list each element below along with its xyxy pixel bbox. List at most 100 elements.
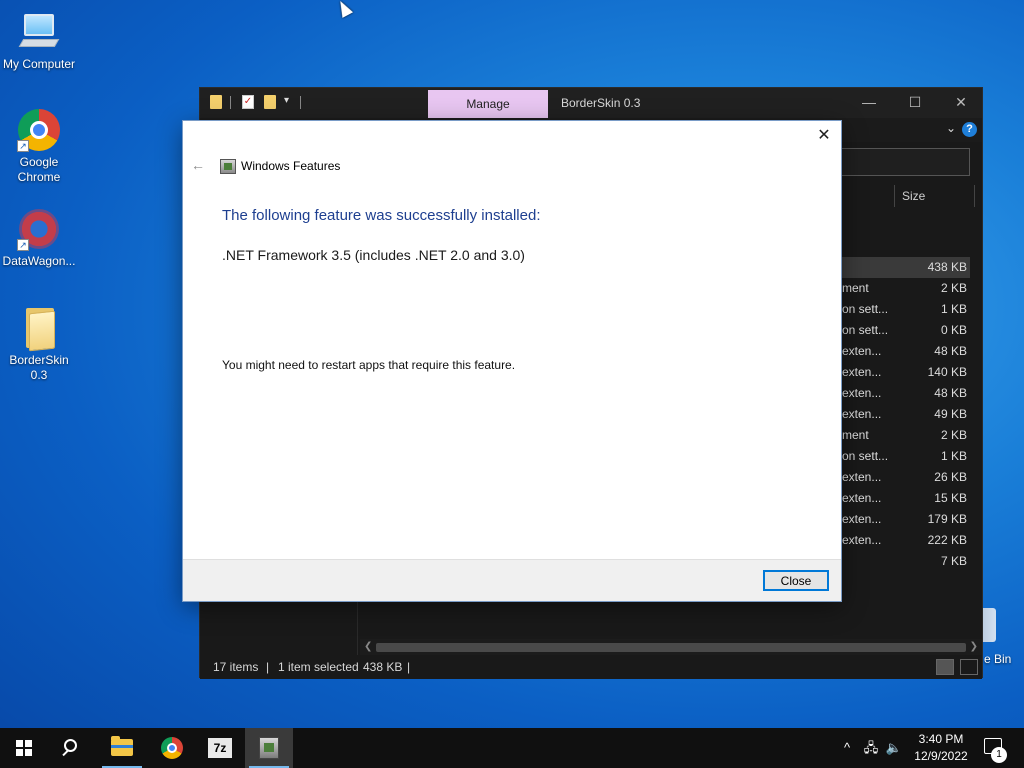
windows-features-dialog: ✕ ← Windows Features The following featu… (183, 121, 841, 601)
file-type: exten... (842, 470, 882, 484)
file-type: exten... (842, 491, 882, 505)
file-row[interactable]: on sett... 0 KB (840, 320, 970, 341)
details-view-button[interactable] (936, 659, 954, 675)
desktop-icon-my-computer[interactable]: My Computer (0, 10, 78, 72)
file-type: on sett... (842, 323, 889, 337)
recycle-bin-icon[interactable] (982, 608, 996, 642)
file-row[interactable]: exten... 48 KB (840, 383, 970, 404)
file-row[interactable]: ment 2 KB (840, 425, 970, 446)
network-icon[interactable]: 🖧 (860, 728, 882, 768)
divider (230, 96, 231, 109)
recycle-bin-label[interactable]: e Bin (984, 652, 1011, 666)
file-row[interactable]: on sett... 1 KB (840, 299, 970, 320)
new-folder-icon[interactable] (264, 95, 276, 109)
close-button[interactable]: Close (763, 570, 829, 591)
show-hidden-icons-button[interactable]: ^ (838, 728, 856, 768)
large-icons-view-button[interactable] (960, 659, 978, 675)
file-row[interactable]: exten... 222 KB (840, 530, 970, 551)
file-row[interactable]: exten... 49 KB (840, 404, 970, 425)
properties-icon[interactable]: ✓ (242, 95, 254, 109)
item-count: 17 items (213, 660, 259, 674)
file-size: 48 KB (934, 344, 967, 358)
7zip-icon: 7z (208, 738, 232, 758)
desktop-icon-google-chrome[interactable]: ↗ Google Chrome (0, 108, 78, 185)
file-size: 179 KB (927, 512, 967, 526)
file-type: ment (842, 281, 869, 295)
window-title: BorderSkin 0.3 (561, 96, 641, 110)
selection-size: 438 KB (363, 660, 403, 674)
file-row[interactable]: ment 2 KB (840, 278, 970, 299)
file-row[interactable]: exten... 15 KB (840, 488, 970, 509)
file-type: exten... (842, 512, 882, 526)
column-divider[interactable] (894, 185, 895, 207)
horizontal-scrollbar[interactable]: ❮ ❯ (360, 639, 982, 655)
taskbar-app-windows-features[interactable] (245, 728, 293, 768)
back-arrow-icon[interactable]: ← (191, 157, 205, 173)
tab-manage[interactable]: Manage (428, 90, 548, 118)
shortcut-arrow-icon: ↗ (17, 239, 29, 251)
start-button[interactable] (0, 728, 48, 768)
minimize-button[interactable]: — (846, 88, 892, 118)
file-row[interactable]: exten... 179 KB (840, 509, 970, 530)
file-row[interactable]: exten... 48 KB (840, 341, 970, 362)
success-heading: The following feature was successfully i… (222, 207, 541, 224)
close-window-button[interactable]: ✕ (938, 88, 984, 118)
file-size: 26 KB (934, 470, 967, 484)
file-row[interactable]: 7 KB (840, 551, 970, 572)
desktop-icon-label: Google Chrome (17, 155, 61, 184)
desktop-icon-datawagon[interactable]: ↗ DataWagon... (0, 207, 78, 269)
maximize-button[interactable]: ☐ (892, 88, 938, 118)
system-clock[interactable]: 3:40 PM 12/9/2022 (904, 731, 978, 765)
explorer-titlebar: ✓ ▾ Manage BorderSkin 0.3 — ☐ ✕ (200, 88, 982, 118)
windows-features-icon (220, 159, 236, 174)
customize-toolbar-icon[interactable]: ▾ (284, 95, 289, 106)
chevron-down-icon[interactable]: ⌄ (946, 121, 956, 135)
file-size: 438 KB (927, 260, 967, 274)
shortcut-arrow-icon: ↗ (17, 140, 29, 152)
chrome-icon (161, 737, 183, 759)
desktop-icon-label: DataWagon... (2, 254, 76, 268)
file-row[interactable]: exten... 26 KB (840, 467, 970, 488)
desktop-icon-borderskin[interactable]: BorderSkin 0.3 (0, 306, 78, 383)
file-type: exten... (842, 386, 882, 400)
column-divider[interactable] (974, 185, 975, 207)
divider (300, 96, 301, 109)
volume-icon[interactable]: 🔈 (884, 728, 904, 768)
chrome-icon: ↗ (17, 108, 61, 152)
file-type: exten... (842, 533, 882, 547)
file-type: ment (842, 428, 869, 442)
file-type: exten... (842, 344, 882, 358)
file-row[interactable]: 438 KB (840, 257, 970, 278)
computer-icon (17, 10, 61, 54)
file-size: 0 KB (940, 323, 967, 337)
restart-note: You might need to restart apps that requ… (222, 358, 516, 372)
file-type: on sett... (842, 449, 889, 463)
chevron-right-icon[interactable]: ❯ (970, 639, 978, 655)
file-row[interactable]: exten... 140 KB (840, 362, 970, 383)
scrollbar-thumb[interactable] (376, 643, 966, 652)
taskbar: 7z ^ 🖧 🔈 3:40 PM 12/9/2022 1 (0, 728, 1024, 768)
search-button[interactable] (48, 728, 96, 768)
search-input[interactable] (830, 148, 970, 176)
column-header-size[interactable]: Size (902, 189, 925, 203)
file-row[interactable]: on sett... 1 KB (840, 446, 970, 467)
dialog-title: Windows Features (241, 159, 341, 173)
windows-logo-icon (16, 740, 32, 756)
file-size: 48 KB (934, 386, 967, 400)
installed-feature-name: .NET Framework 3.5 (includes .NET 2.0 an… (222, 247, 525, 263)
close-icon[interactable]: ✕ (813, 125, 835, 147)
taskbar-app-google-chrome[interactable] (148, 728, 196, 768)
chevron-left-icon[interactable]: ❮ (364, 639, 372, 655)
help-icon[interactable]: ? (962, 122, 977, 137)
mouse-cursor-icon (334, 0, 354, 18)
file-size: 15 KB (934, 491, 967, 505)
taskbar-app-file-explorer[interactable] (98, 728, 146, 768)
file-size: 140 KB (927, 365, 967, 379)
taskbar-app-7-zip[interactable]: 7z (196, 728, 244, 768)
file-size: 1 KB (940, 302, 967, 316)
datawagon-icon: ↗ (17, 207, 61, 251)
clock-date: 12/9/2022 (914, 749, 968, 763)
file-size: 1 KB (940, 449, 967, 463)
clock-time: 3:40 PM (918, 732, 964, 746)
notification-badge: 1 (991, 747, 1007, 763)
